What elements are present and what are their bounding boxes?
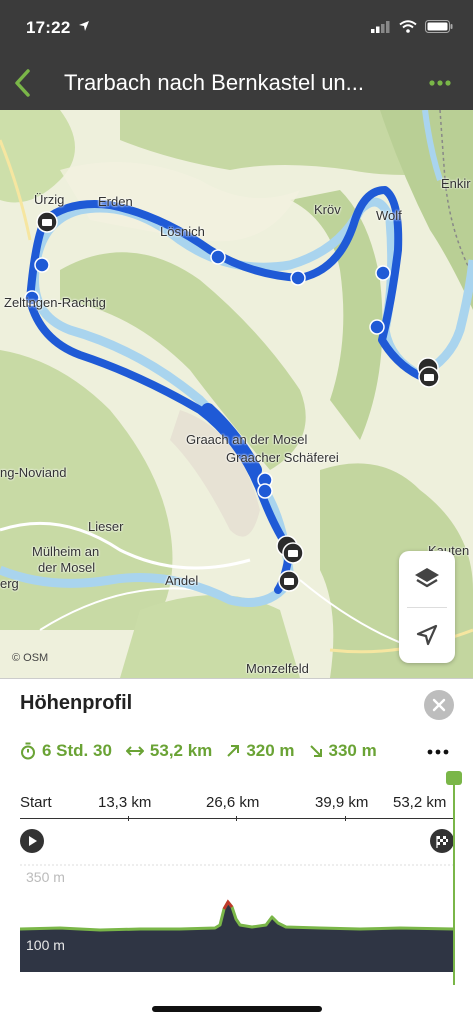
more-dots-icon [427,749,449,755]
map-label-graacher: Graacher Schäferei [226,450,339,465]
map-label-erden: Erden [98,194,133,209]
layers-icon [415,568,439,588]
navigation-bar: Trarbach nach Bernkastel un... [0,56,473,110]
ascent-value: 320 m [246,741,295,760]
map-label-wolf: Wolf [376,208,402,223]
map-label-noviand: ng-Noviand [0,465,67,480]
map-controls [399,551,455,663]
map-label-monzelfeld: Monzelfeld [246,661,309,676]
more-dots-icon [429,80,451,86]
chevron-left-icon [15,69,30,97]
navigation-arrow-icon [416,624,438,646]
axis-label-26km: 26,6 km [206,794,260,811]
descent-value: 330 m [328,741,377,760]
stat-descent: 330 m [309,741,377,761]
map-label-muelheim-2: der Mosel [38,560,96,575]
axis-tick [128,816,129,821]
status-icons [371,20,453,33]
more-options-button[interactable] [425,72,455,94]
axis-label-start: Start [20,794,52,811]
map-label-uerzig: Ürzig [34,192,65,207]
map-label-muelheim: Mülheim an [32,544,100,559]
map-layers-button[interactable] [399,551,455,607]
locate-me-button[interactable] [399,607,455,663]
arrow-up-right-icon [227,745,240,757]
elevation-area [20,902,454,972]
axis-label-13km: 13,3 km [98,794,152,811]
elevation-chart [20,864,454,972]
map-label-lieser: Lieser [88,519,124,534]
close-button[interactable] [424,690,454,720]
map-label-zeltingen: Zeltingen-Rachtig [4,295,106,310]
wifi-icon [399,20,417,33]
duration-value: 6 Std. 30 [42,741,112,760]
distance-arrows-icon [125,746,144,756]
stats-more-button[interactable] [426,745,450,757]
home-indicator [152,1006,322,1012]
map-label-andel: Andel [165,573,199,588]
axis-label-53km: 53,2 km [393,794,447,811]
sheet-title: Höhenprofil [20,692,133,714]
map-label-kroev: Kröv [314,202,341,217]
stat-duration: 6 Std. 30 [20,741,112,761]
back-button[interactable] [10,66,40,100]
arrow-down-right-icon [309,745,322,757]
y-label-bottom: 100 m [26,937,65,953]
cellular-signal-icon [371,20,390,33]
stopwatch-icon [21,742,35,760]
close-icon [432,698,446,712]
battery-icon [425,20,453,33]
location-arrow-icon [79,21,89,31]
map-label-loesnich: Lösnich [160,224,205,239]
distance-value: 53,2 km [149,741,213,760]
status-time: 17:22 [26,18,71,37]
map-label-graach: Graach an der Mosel [186,432,308,447]
distance-axis [20,818,454,819]
position-handle[interactable] [446,771,462,785]
position-handle-line [453,779,455,985]
y-label-top: 350 m [26,869,65,885]
map-label-berg: erg [0,576,19,591]
axis-tick [345,816,346,821]
stat-ascent: 320 m [226,741,295,761]
axis-tick [236,816,237,821]
tour-stats: 6 Std. 30 53,2 km 320 m 330 m [20,741,391,761]
map-label-enkirch: Enkir [441,176,471,191]
map-attribution: © OSM [12,652,49,664]
elevation-sheet: Höhenprofil 6 Std. 30 53,2 km 320 m 330 … [0,678,473,1025]
status-bar: 17:22 [0,0,473,56]
stat-distance: 53,2 km [125,741,213,761]
axis-label-39km: 39,9 km [315,794,369,811]
page-title: Trarbach nach Bernkastel un... [64,70,365,95]
